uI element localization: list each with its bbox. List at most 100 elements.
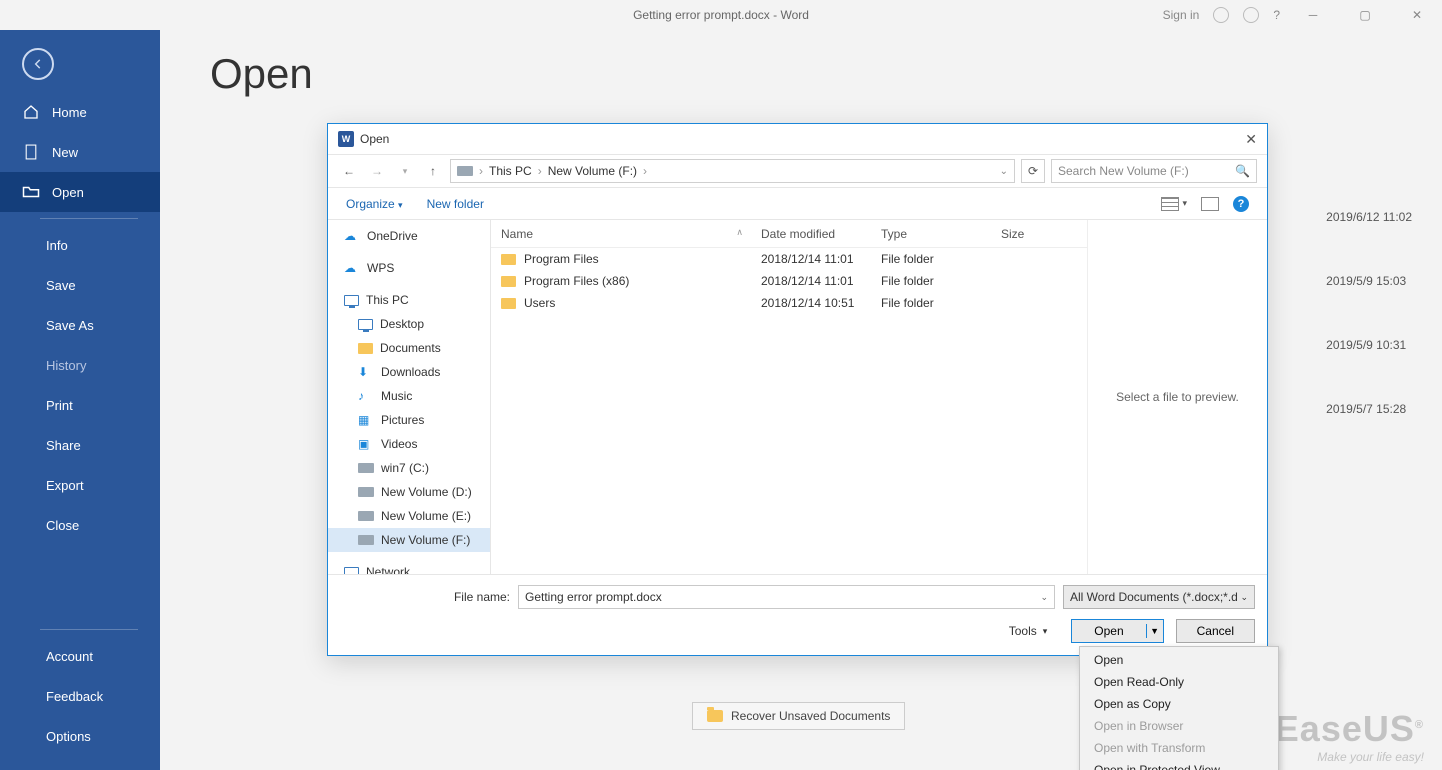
nav-forward-button[interactable]: →: [366, 164, 388, 178]
open-button-main[interactable]: Open: [1072, 624, 1146, 638]
sidebar-item-print[interactable]: Print: [0, 385, 160, 425]
sidebar-item-account[interactable]: Account: [0, 636, 160, 676]
face-smile-icon[interactable]: [1213, 7, 1229, 23]
sidebar-label: New: [52, 145, 78, 160]
dialog-close-button[interactable]: ✕: [1245, 131, 1257, 148]
refresh-button[interactable]: ⟳: [1021, 159, 1045, 183]
col-name[interactable]: Name: [491, 227, 751, 241]
file-row[interactable]: Program Files (x86)2018/12/14 11:01File …: [491, 270, 1087, 292]
maximize-button[interactable]: ▢: [1346, 0, 1384, 30]
tree-label: OneDrive: [367, 229, 418, 243]
file-row[interactable]: Users2018/12/14 10:51File folder: [491, 292, 1087, 314]
filename-input[interactable]: Getting error prompt.docx ⌄: [518, 585, 1055, 609]
tree-item[interactable]: Documents: [328, 336, 490, 360]
new-folder-button[interactable]: New folder: [427, 197, 484, 211]
menu-item[interactable]: Open in Protected View: [1080, 759, 1278, 770]
sidebar-item-home[interactable]: Home: [0, 92, 160, 132]
drive-icon: [358, 511, 374, 521]
sidebar-item-open[interactable]: Open: [0, 172, 160, 212]
sidebar-item-save[interactable]: Save: [0, 265, 160, 305]
file-list-header[interactable]: Name Date modified Type Size: [491, 220, 1087, 248]
dialog-toolbar: Organize ▾ New folder ▾ ?: [328, 188, 1267, 220]
breadcrumb-volume[interactable]: New Volume (F:): [548, 164, 637, 178]
sidebar-item-export[interactable]: Export: [0, 465, 160, 505]
file-name: Program Files: [524, 252, 599, 266]
pictures-icon: ▦: [358, 413, 374, 427]
filetype-dropdown[interactable]: All Word Documents (*.docx;*.d ⌄: [1063, 585, 1255, 609]
sidebar-item-feedback[interactable]: Feedback: [0, 676, 160, 716]
back-button[interactable]: [0, 42, 160, 86]
search-placeholder: Search New Volume (F:): [1058, 164, 1189, 178]
cancel-button[interactable]: Cancel: [1176, 619, 1255, 643]
help-icon[interactable]: ?: [1273, 8, 1280, 22]
tree-item[interactable]: ▦Pictures: [328, 408, 490, 432]
sign-in-link[interactable]: Sign in: [1163, 8, 1200, 22]
col-date[interactable]: Date modified: [751, 227, 871, 241]
recover-unsaved-button[interactable]: Recover Unsaved Documents: [692, 702, 905, 730]
tree-label: Videos: [381, 437, 417, 451]
close-window-button[interactable]: ✕: [1398, 0, 1436, 30]
drive-icon: [358, 487, 374, 497]
filename-label: File name:: [340, 590, 510, 604]
file-row[interactable]: Program Files2018/12/14 11:01File folder: [491, 248, 1087, 270]
dialog-bottom: File name: Getting error prompt.docx ⌄ A…: [328, 575, 1267, 655]
recent-time: 2019/5/7 15:28: [1326, 402, 1412, 416]
tree-item[interactable]: New Volume (F:): [328, 528, 490, 552]
nav-back-button[interactable]: ←: [338, 164, 360, 178]
file-type: File folder: [871, 252, 991, 266]
tree-item[interactable]: ⬇Downloads: [328, 360, 490, 384]
view-mode-button[interactable]: ▾: [1161, 197, 1187, 211]
tree-item[interactable]: Desktop: [328, 312, 490, 336]
sidebar-item-history[interactable]: History: [0, 345, 160, 385]
nav-up-button[interactable]: ↑: [422, 164, 444, 178]
music-icon: ♪: [358, 389, 374, 403]
tree-item[interactable]: This PC: [328, 288, 490, 312]
file-date: 2018/12/14 10:51: [751, 296, 871, 310]
help-button-icon[interactable]: ?: [1233, 196, 1249, 212]
tree-label: Desktop: [380, 317, 424, 331]
search-box[interactable]: Search New Volume (F:) 🔍: [1051, 159, 1257, 183]
tree-item[interactable]: win7 (C:): [328, 456, 490, 480]
tree-item[interactable]: ☁WPS: [328, 256, 490, 280]
menu-item[interactable]: Open as Copy: [1080, 693, 1278, 715]
address-dropdown-icon[interactable]: ⌄: [1000, 166, 1008, 177]
open-button-dropdown[interactable]: ▼: [1147, 626, 1163, 636]
tree-label: New Volume (E:): [381, 509, 471, 523]
sidebar-item-share[interactable]: Share: [0, 425, 160, 465]
address-bar[interactable]: › This PC › New Volume (F:) › ⌄: [450, 159, 1015, 183]
minimize-button[interactable]: ─: [1294, 0, 1332, 30]
recent-time: 2019/5/9 15:03: [1326, 274, 1412, 288]
sidebar-item-options[interactable]: Options: [0, 716, 160, 756]
search-icon: 🔍: [1235, 164, 1250, 178]
tree-item[interactable]: New Volume (E:): [328, 504, 490, 528]
menu-item[interactable]: Open: [1080, 649, 1278, 671]
preview-pane-toggle[interactable]: [1201, 197, 1219, 211]
organize-menu[interactable]: Organize ▾: [346, 197, 403, 211]
tree-item[interactable]: ♪Music: [328, 384, 490, 408]
filename-dropdown-icon[interactable]: ⌄: [1040, 592, 1048, 603]
nav-recent-dropdown[interactable]: ▾: [394, 166, 416, 177]
open-mode-menu: OpenOpen Read-OnlyOpen as CopyOpen in Br…: [1079, 646, 1279, 770]
sidebar-label: Home: [52, 105, 87, 120]
sidebar-item-close[interactable]: Close: [0, 505, 160, 545]
tree-item[interactable]: ☁OneDrive: [328, 224, 490, 248]
new-doc-icon: [22, 143, 40, 161]
tree-item[interactable]: ▣Videos: [328, 432, 490, 456]
tree-label: Network: [366, 565, 410, 574]
folder-icon: [707, 710, 723, 722]
tree-item[interactable]: New Volume (D:): [328, 480, 490, 504]
sidebar-item-new[interactable]: New: [0, 132, 160, 172]
dialog-titlebar: W Open ✕: [328, 124, 1267, 154]
menu-item[interactable]: Open Read-Only: [1080, 671, 1278, 693]
open-split-button[interactable]: Open ▼: [1071, 619, 1163, 643]
col-size[interactable]: Size: [991, 227, 1061, 241]
sidebar-item-saveas[interactable]: Save As: [0, 305, 160, 345]
tree-label: New Volume (D:): [381, 485, 472, 499]
sidebar-item-info[interactable]: Info: [0, 225, 160, 265]
tools-menu[interactable]: Tools▾: [1009, 624, 1048, 638]
tree-item[interactable]: Network: [328, 560, 490, 574]
open-folder-icon: [22, 183, 40, 201]
breadcrumb-root[interactable]: This PC: [489, 164, 532, 178]
face-frown-icon[interactable]: [1243, 7, 1259, 23]
col-type[interactable]: Type: [871, 227, 991, 241]
